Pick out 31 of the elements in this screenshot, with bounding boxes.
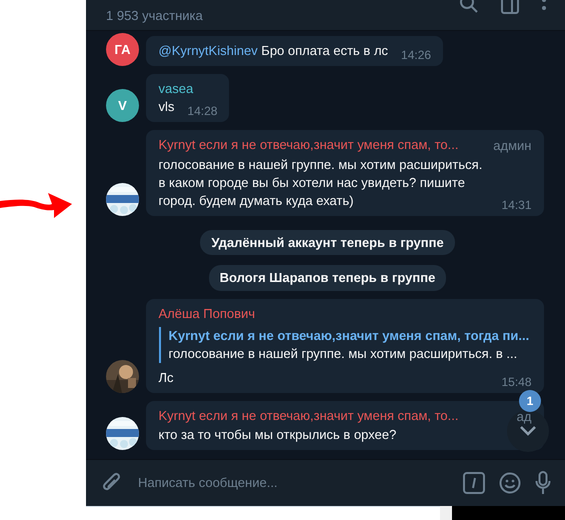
sidebar-icon[interactable]: [501, 0, 519, 14]
message-time: 14:31: [501, 196, 532, 214]
message-time: 14:28: [187, 103, 218, 120]
microphone-icon[interactable]: [535, 471, 551, 495]
reply-author: Kyrnyt если я не отвечаю,значит уменя спам, тогда пи...: [168, 326, 530, 344]
sender-name: Kyrnyt если я не отвечаю,значит уменя спам, то...: [158, 406, 458, 425]
message-text: vls: [158, 98, 174, 116]
sender-name: vasea: [158, 80, 194, 98]
service-message: Вологя Шарапов теперь в группе: [208, 265, 446, 290]
avatar: ГА: [106, 33, 139, 66]
sender-name: Алёша Попович: [158, 304, 256, 322]
chevron-down-icon: [520, 426, 536, 436]
service-message: Удалённый аккаунт теперь в группе: [200, 230, 455, 255]
message-text: голосование в нашей группе. мы хотим расшириться. в каком городе вы бы хотели нас увидеть? пишите город. будем думать куда ехать): [158, 156, 484, 210]
reply-text: голосование в нашей группе. мы хотим расшириться. в ...: [168, 344, 518, 362]
message-text: @KyrnytKishinev Бро оплата есть в лс: [158, 42, 388, 60]
message-time: 15:48: [501, 374, 532, 390]
message-input[interactable]: Написать сообщение...: [136, 472, 449, 494]
message-composer[interactable]: Написать сообщение...: [86, 459, 565, 506]
mention-link[interactable]: @KyrnytKishinev: [158, 43, 258, 58]
message-text: Лс: [158, 368, 174, 386]
emoji-icon[interactable]: [499, 472, 521, 494]
sender-name: Kyrnyt если я не отвечаю,значит уменя спам, то...: [158, 136, 458, 154]
avatar: V: [106, 89, 139, 122]
scrollbar: [440, 506, 452, 520]
commands-icon[interactable]: [463, 472, 485, 494]
member-count: 1 953 участника: [106, 7, 203, 25]
message-time: 14:26: [401, 47, 432, 64]
admin-label: админ: [493, 137, 532, 155]
message-text: кто за то чтобы мы открылись в орхее?: [158, 426, 396, 444]
search-icon[interactable]: [459, 0, 479, 14]
